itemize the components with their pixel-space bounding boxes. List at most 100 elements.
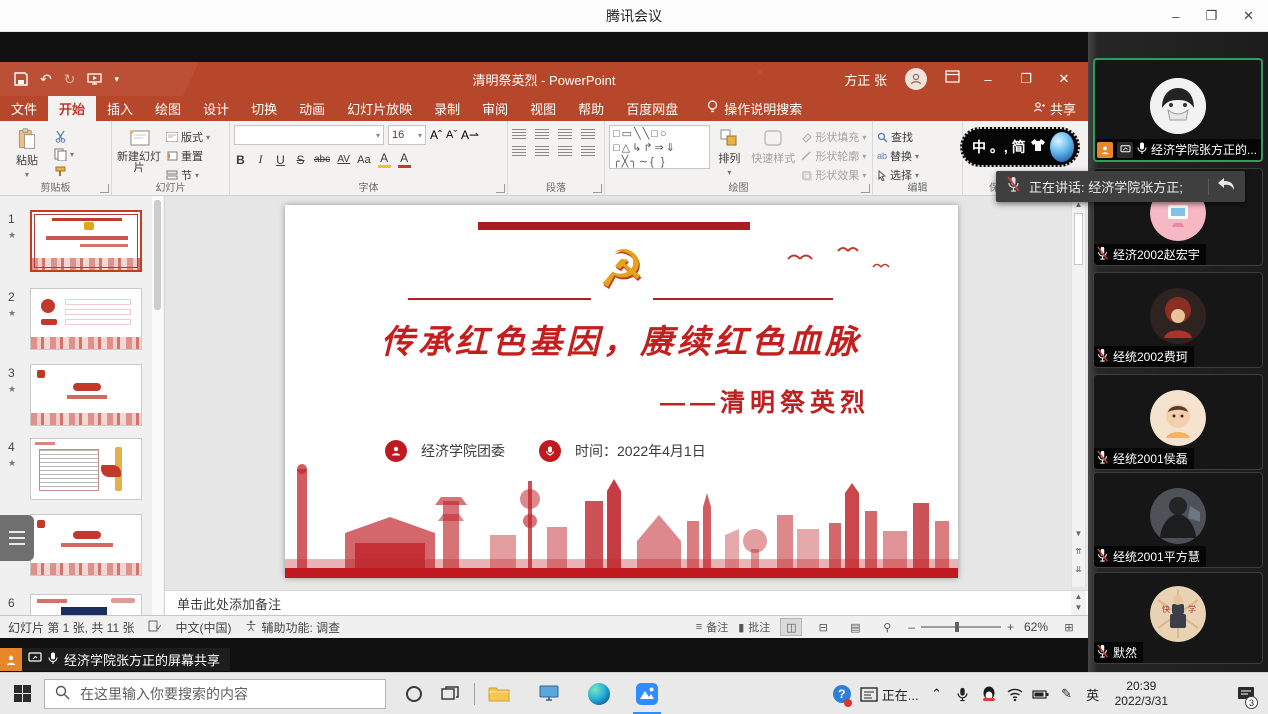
reply-arrow-icon[interactable] — [1217, 177, 1235, 196]
slide-thumbnail-3[interactable] — [30, 364, 142, 426]
slide-thumbnail-5[interactable] — [30, 514, 142, 576]
bold-button[interactable]: B — [234, 153, 247, 167]
cut-icon[interactable] — [54, 129, 74, 144]
paragraph-dialog-launcher[interactable] — [593, 184, 602, 193]
account-name[interactable]: 方正 张 — [844, 70, 887, 89]
ime-status-bar[interactable]: 中 。, 简 — [960, 127, 1080, 167]
find-button[interactable]: 查找 — [877, 129, 919, 145]
align-left-icon[interactable] — [512, 146, 526, 156]
thumbnail-scrollbar[interactable] — [152, 196, 163, 615]
ime-mode-text[interactable]: 中 。, 简 — [972, 137, 1026, 157]
underline-button[interactable]: U — [274, 153, 287, 167]
slide-thumbnail-4[interactable] — [30, 438, 142, 500]
start-button[interactable] — [0, 673, 44, 714]
tab-baidu-netdisk[interactable]: 百度网盘 — [615, 96, 689, 121]
participant-tile[interactable]: 快学 默然 — [1093, 572, 1263, 664]
increase-indent-icon[interactable] — [581, 129, 595, 139]
shapes-gallery[interactable]: □▭╲╲□○ □△↳↱⇒⇓ ╭╳╮∼{ } — [609, 125, 710, 169]
tencent-meeting-icon[interactable] — [629, 673, 665, 714]
language-status[interactable]: 中文(中国) — [175, 619, 231, 636]
clear-formatting-icon[interactable]: A⇀ — [461, 128, 479, 142]
change-case-button[interactable]: Aa — [357, 154, 370, 166]
help-tray-icon[interactable]: ? — [830, 673, 854, 714]
numbering-icon[interactable] — [535, 129, 549, 139]
slide-thumbnail-6[interactable] — [30, 594, 142, 615]
zoom-out-icon[interactable]: – — [908, 620, 915, 634]
taskbar-search-box[interactable]: 在这里输入你要搜索的内容 — [44, 679, 386, 709]
hidden-icons-chevron[interactable]: ⌃ — [925, 673, 949, 714]
editor-scrollbar[interactable]: ▲ ▼ ⇈ ⇊ — [1071, 198, 1086, 588]
character-spacing-button[interactable]: AV — [337, 154, 350, 165]
notes-pane[interactable]: 单击此处添加备注 ▲▼ — [165, 590, 1088, 615]
account-avatar[interactable] — [905, 68, 927, 90]
edge-browser-icon[interactable] — [581, 673, 617, 714]
qq-icon[interactable] — [977, 673, 1001, 714]
normal-view-button[interactable]: ◫ — [780, 618, 802, 636]
task-view-icon[interactable] — [432, 673, 468, 714]
tab-help[interactable]: 帮助 — [567, 96, 615, 121]
participant-tile[interactable]: 经统2001侯磊 — [1093, 374, 1263, 470]
ribbon-display-options-icon[interactable] — [945, 70, 960, 88]
tab-slideshow[interactable]: 幻灯片放映 — [336, 96, 423, 121]
paste-button[interactable]: 粘贴▾ — [4, 125, 50, 179]
tray-mic-icon[interactable] — [951, 673, 975, 714]
file-explorer-icon[interactable] — [481, 673, 517, 714]
shrink-font-icon[interactable]: Aˇ — [446, 129, 457, 141]
tab-insert[interactable]: 插入 — [96, 96, 144, 121]
comments-toggle-button[interactable]: ▮批注 — [738, 618, 770, 636]
slide-sorter-view-button[interactable]: ⊟ — [812, 618, 834, 636]
slide-thumbnail-1[interactable] — [30, 210, 142, 272]
italic-button[interactable]: I — [254, 152, 267, 167]
quick-styles-button[interactable]: 快速样式 — [749, 125, 797, 179]
font-size-combo[interactable]: 16▾ — [388, 125, 426, 145]
cortana-icon[interactable] — [396, 673, 432, 714]
clipboard-dialog-launcher[interactable] — [100, 184, 109, 193]
justify-icon[interactable] — [581, 146, 595, 156]
font-color-button[interactable]: A — [398, 151, 411, 168]
next-slide-button[interactable]: ⇊ — [1072, 565, 1085, 574]
reset-button[interactable]: 重置 — [166, 148, 210, 164]
ppt-close-icon[interactable]: ✕ — [1054, 71, 1074, 87]
meeting-window-button[interactable]: 正在... — [856, 685, 923, 704]
tab-record[interactable]: 录制 — [423, 96, 471, 121]
slideshow-view-button[interactable]: ⚲ — [876, 618, 898, 636]
shape-outline-button[interactable]: 形状轮廓▾ — [801, 148, 868, 164]
participant-tile[interactable]: 经统2002费珂 — [1093, 272, 1263, 368]
collapsed-toolbar-handle[interactable] — [0, 515, 34, 561]
slide-thumbnail-2[interactable] — [30, 288, 142, 350]
pen-icon[interactable]: ✎ — [1055, 673, 1079, 714]
zoom-level[interactable]: 62% — [1024, 620, 1048, 634]
copy-icon[interactable]: ▾ — [54, 147, 74, 162]
participant-tile[interactable]: 经济学院张方正的... — [1093, 58, 1263, 162]
font-name-combo[interactable]: ▾ — [234, 125, 384, 145]
align-center-icon[interactable] — [535, 146, 549, 156]
fit-slide-to-window-button[interactable]: ⊞ — [1058, 618, 1080, 636]
text-highlight-button[interactable]: A — [378, 151, 391, 168]
tab-animations[interactable]: 动画 — [288, 96, 336, 121]
wifi-icon[interactable] — [1003, 673, 1027, 714]
tab-design[interactable]: 设计 — [192, 96, 240, 121]
bullets-icon[interactable] — [512, 129, 526, 139]
layout-button[interactable]: 版式▾ — [166, 129, 210, 145]
strike-abc-button[interactable]: abc — [314, 154, 330, 165]
zoom-in-icon[interactable]: + — [1007, 620, 1014, 634]
minimize-icon[interactable]: – — [1172, 9, 1179, 24]
reading-view-button[interactable]: ▤ — [844, 618, 866, 636]
ime-skin-icon[interactable] — [1030, 138, 1046, 157]
decrease-indent-icon[interactable] — [558, 129, 572, 139]
drawing-dialog-launcher[interactable] — [861, 184, 870, 193]
tab-file[interactable]: 文件 — [0, 96, 48, 121]
align-right-icon[interactable] — [558, 146, 572, 156]
close-icon[interactable]: ✕ — [1243, 8, 1254, 24]
accessibility-status[interactable]: 辅助功能: 调查 — [257, 619, 340, 636]
shape-fill-button[interactable]: 形状填充▾ — [801, 129, 868, 145]
arrange-button[interactable]: 排列▾ — [714, 125, 746, 179]
battery-icon[interactable] — [1029, 673, 1053, 714]
ime-search-ball-icon[interactable] — [1050, 132, 1074, 162]
tab-draw[interactable]: 绘图 — [144, 96, 192, 121]
tell-me-search[interactable]: 操作说明搜索 — [707, 96, 802, 121]
strikethrough-button[interactable]: S — [294, 153, 307, 167]
previous-slide-button[interactable]: ⇈ — [1072, 547, 1085, 556]
ppt-minimize-icon[interactable]: – — [978, 72, 998, 87]
share-button[interactable]: 共享 — [1033, 96, 1076, 121]
